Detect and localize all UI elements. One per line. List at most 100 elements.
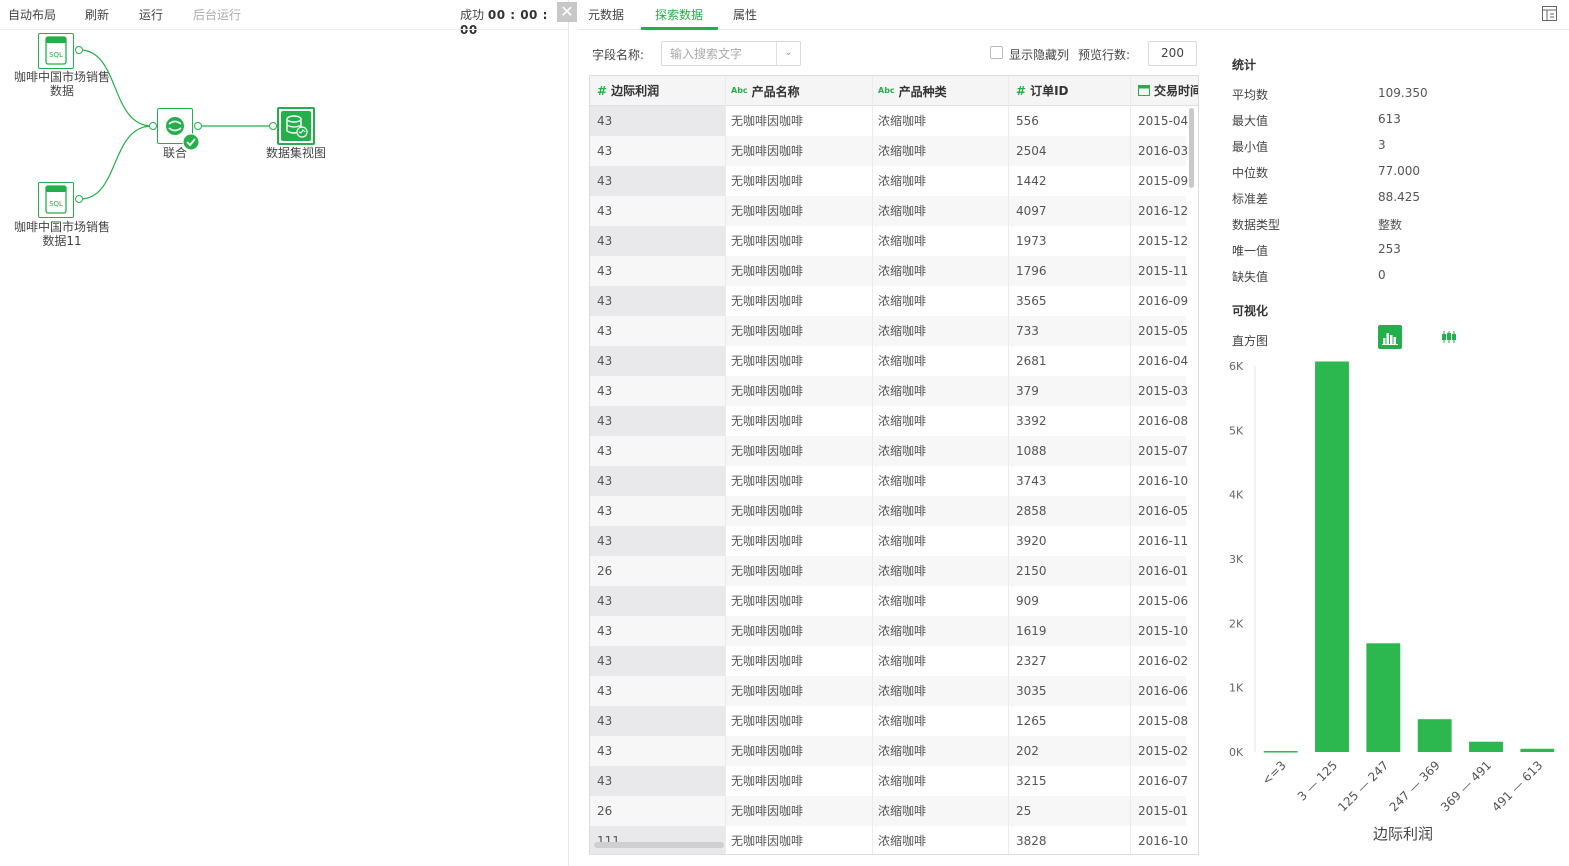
- table-cell: 2016-06: [1138, 684, 1189, 698]
- table-cell: 2016-02: [1138, 654, 1189, 668]
- table-row: 43 无咖啡因咖啡 浓缩咖啡 909 2015-06: [590, 586, 1188, 616]
- input-port[interactable]: [269, 122, 277, 130]
- chevron-down-icon[interactable]: ⌄: [776, 42, 800, 65]
- table-cell: 3828: [1016, 834, 1047, 848]
- tab-bar: [578, 0, 1569, 30]
- histogram-bar[interactable]: [1417, 719, 1452, 752]
- tab-metadata[interactable]: 元数据: [588, 6, 624, 23]
- table-cell: 浓缩咖啡: [878, 684, 927, 698]
- table-cell: 浓缩咖啡: [878, 774, 927, 788]
- stat-key: 唯一值: [1232, 244, 1269, 258]
- source2-label: 咖啡中国市场销售 数据11: [8, 220, 116, 248]
- table-cell: 浓缩咖啡: [878, 834, 927, 848]
- x-tick-label: 247 — 369: [1387, 758, 1443, 814]
- table-cell: 2858: [1016, 504, 1047, 518]
- input-port[interactable]: [149, 122, 157, 130]
- table-cell: 浓缩咖啡: [878, 744, 927, 758]
- stat-value: 整数: [1378, 218, 1403, 232]
- histogram-bar[interactable]: [1366, 643, 1401, 752]
- table-cell: 浓缩咖啡: [878, 624, 927, 638]
- table-cell: 无咖啡因咖啡: [731, 804, 804, 818]
- data-preview-table: 43 无咖啡因咖啡 浓缩咖啡 556 2015-04 43 无咖啡因咖啡 浓缩咖啡 2504 20…: [589, 75, 1199, 855]
- column-header-product-type[interactable]: Abc 产品种类: [878, 76, 1008, 106]
- stat-key: 缺失值: [1232, 270, 1269, 284]
- field-search-input[interactable]: [662, 42, 777, 65]
- preview-rows-label: 预览行数:: [1078, 48, 1131, 62]
- x-axis-label: 边际利润: [1373, 825, 1433, 843]
- table-cell: 3920: [1016, 534, 1047, 548]
- output-port[interactable]: [75, 46, 83, 54]
- table-cell: 43: [597, 174, 613, 188]
- field-search[interactable]: ⌄: [661, 41, 801, 66]
- table-cell: 浓缩咖啡: [878, 444, 927, 458]
- horizontal-scrollbar[interactable]: [594, 842, 724, 848]
- y-tick-label: 0K: [1229, 746, 1244, 759]
- table-cell: 浓缩咖啡: [878, 234, 927, 248]
- table-cell: 2016-07: [1138, 774, 1189, 788]
- table-cell: 1442: [1016, 174, 1047, 188]
- table-cell: 2327: [1016, 654, 1047, 668]
- histogram-bar[interactable]: [1520, 748, 1555, 752]
- preview-rows-input[interactable]: 200: [1148, 41, 1197, 66]
- column-header-order-id[interactable]: # 订单ID: [1016, 76, 1126, 106]
- column-header-product-name[interactable]: Abc 产品名称: [731, 76, 871, 106]
- table-cell: 浓缩咖啡: [878, 384, 927, 398]
- tab-explore-data[interactable]: 探索数据: [655, 6, 703, 23]
- histogram-button[interactable]: [1378, 325, 1402, 349]
- table-cell: 43: [597, 624, 613, 638]
- table-cell: 无咖啡因咖啡: [731, 444, 804, 458]
- x-tick-label: 369 — 491: [1438, 758, 1494, 814]
- table-row: 43 无咖啡因咖啡 浓缩咖啡 3215 2016-07: [590, 766, 1189, 796]
- table-cell: 25: [1016, 804, 1032, 818]
- sql-source-node-1[interactable]: SQL: [38, 33, 74, 69]
- table-cell: 1619: [1016, 624, 1047, 638]
- dataset-view-node[interactable]: [277, 107, 315, 145]
- table-cell: 无咖啡因咖啡: [731, 654, 804, 668]
- table-cell: 无咖啡因咖啡: [731, 744, 804, 758]
- table-row: 43 无咖啡因咖啡 浓缩咖啡 3565 2016-09: [590, 286, 1188, 316]
- sql-source-node-2[interactable]: SQL: [38, 182, 74, 218]
- sql-file-icon: SQL: [45, 36, 67, 65]
- table-cell: 无咖啡因咖啡: [731, 534, 804, 548]
- y-tick-label: 4K: [1229, 489, 1244, 502]
- boxplot-button[interactable]: [1437, 325, 1461, 349]
- histogram-bar[interactable]: [1315, 361, 1349, 752]
- x-tick-label: 125 — 247: [1335, 758, 1391, 814]
- source2-label-line1: 咖啡中国市场销售: [13, 220, 110, 234]
- table-cell: 2015-02: [1138, 744, 1189, 758]
- table-row: 26 无咖啡因咖啡 浓缩咖啡 2150 2016-01: [590, 556, 1188, 586]
- table-cell: 无咖啡因咖啡: [731, 624, 804, 638]
- histogram-label: 直方图: [1232, 334, 1269, 348]
- column-divider: [1008, 76, 1009, 854]
- close-icon[interactable]: ✕: [557, 2, 577, 22]
- table-cell: 43: [597, 474, 613, 488]
- table-cell: 733: [1016, 324, 1039, 338]
- column-header-transaction-time[interactable]: 交易时间: [1138, 76, 1198, 106]
- table-cell: 浓缩咖啡: [878, 324, 927, 338]
- layout-toggle-icon[interactable]: [1542, 6, 1557, 21]
- table-cell: 2150: [1016, 564, 1047, 578]
- column-divider: [1130, 76, 1131, 854]
- show-hidden-checkbox[interactable]: [990, 46, 1003, 59]
- tab-properties[interactable]: 属性: [733, 6, 757, 23]
- table-row: 43 无咖啡因咖啡 浓缩咖啡 1265 2015-08: [590, 706, 1188, 736]
- table-cell: 无咖啡因咖啡: [731, 414, 804, 428]
- table-cell: 无咖啡因咖啡: [731, 564, 804, 578]
- field-name-label: 字段名称:: [592, 48, 645, 62]
- bar-chart-icon: [1382, 333, 1398, 345]
- vertical-scrollbar[interactable]: [1189, 108, 1194, 188]
- table-cell: 浓缩咖啡: [878, 294, 927, 308]
- table-cell: 26: [597, 564, 613, 578]
- table-cell: 43: [597, 774, 613, 788]
- table-cell: 无咖啡因咖啡: [731, 114, 804, 128]
- column-header-margin-profit[interactable]: # 边际利润: [597, 76, 722, 106]
- histogram-bar[interactable]: [1469, 741, 1503, 752]
- stat-key: 最小值: [1232, 140, 1269, 154]
- output-port[interactable]: [194, 122, 202, 130]
- output-port[interactable]: [75, 195, 83, 203]
- table-cell: 43: [597, 144, 613, 158]
- histogram-bar[interactable]: [1263, 751, 1298, 753]
- table-cell: 2016-04: [1138, 354, 1189, 368]
- x-tick-label: <=3: [1259, 758, 1289, 788]
- stats-title: 统计: [1232, 58, 1257, 72]
